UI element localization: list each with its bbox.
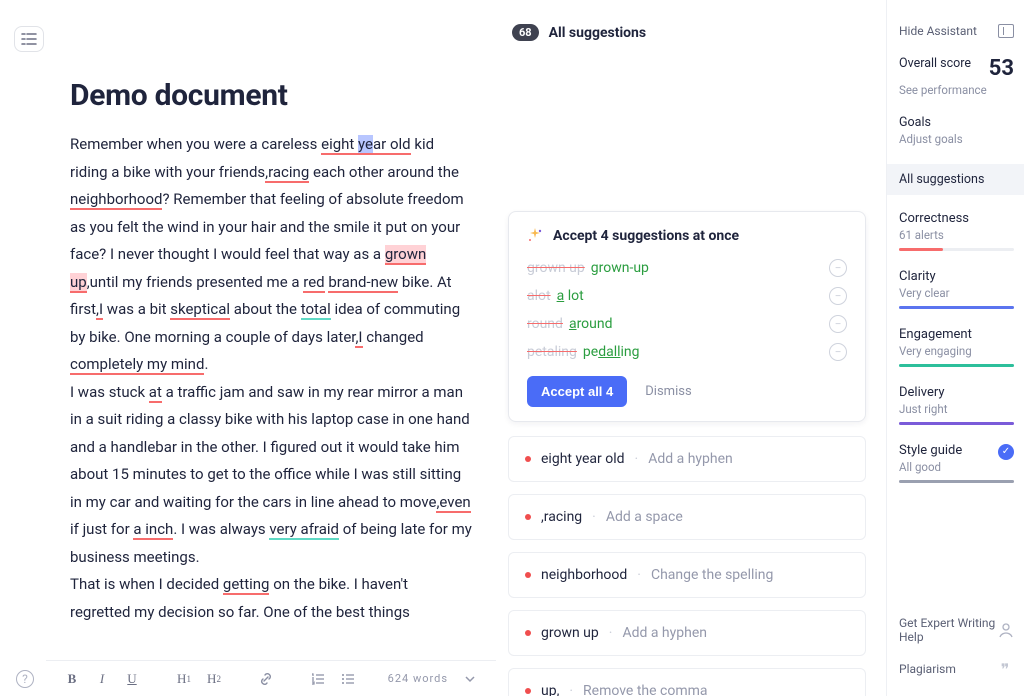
h2-button[interactable]: H2 — [206, 671, 222, 687]
cat-engagement[interactable]: Engagement Very engaging — [899, 327, 1014, 367]
issue-at[interactable]: at — [149, 383, 162, 403]
document-title[interactable]: Demo document — [70, 78, 472, 113]
h1-button[interactable]: H1 — [176, 671, 192, 687]
issue-even[interactable]: ,even — [436, 493, 470, 513]
issue-skeptical[interactable]: skeptical — [170, 300, 230, 320]
suggestion-term: neighborhood — [541, 567, 627, 583]
severity-dot — [525, 572, 531, 578]
issue-completely[interactable]: completely my mind — [70, 355, 204, 375]
suggestion-card[interactable]: eight year old·Add a hyphen — [508, 436, 866, 482]
issue-eight-year-old[interactable]: eight year oldeight year old — [321, 135, 411, 155]
help-icon[interactable]: ? — [16, 670, 34, 688]
check-icon: ✓ — [998, 444, 1014, 460]
all-suggestions-tab[interactable]: All suggestions — [887, 164, 1024, 195]
quote-icon: ❞ — [996, 660, 1014, 678]
document-body[interactable]: Remember when you were a careless eight … — [70, 131, 472, 626]
cat-clarity[interactable]: Clarity Very clear — [899, 269, 1014, 309]
person-icon — [998, 621, 1014, 639]
suggestion-card[interactable]: grown up·Add a hyphen — [508, 610, 866, 656]
bundle-suggestion-row[interactable]: grown up grown-up− — [527, 254, 847, 282]
outline-icon — [21, 33, 37, 45]
bullet-list-button[interactable] — [340, 671, 356, 687]
suggestion-count-badge: 68 — [512, 24, 539, 41]
strike-text: grown up — [527, 260, 585, 276]
suggestion-hint: Add a space — [606, 509, 683, 525]
bundle-card: Accept 4 suggestions at once grown up gr… — [508, 211, 866, 422]
strike-text: alot — [527, 288, 551, 304]
severity-dot — [525, 514, 531, 520]
dismiss-row-button[interactable]: − — [829, 315, 847, 333]
suggestion-card[interactable]: neighborhood·Change the spelling — [508, 552, 866, 598]
severity-dot — [525, 456, 531, 462]
issue-comma-i-2[interactable]: ,I — [355, 328, 362, 348]
numbered-list-button[interactable] — [310, 671, 326, 687]
suggestion-hint: Add a hyphen — [622, 625, 707, 641]
overall-score-value[interactable]: 53 — [989, 56, 1014, 81]
dismiss-row-button[interactable]: − — [829, 287, 847, 305]
collapse-icon[interactable] — [998, 24, 1014, 38]
issue-racing[interactable]: ,racing — [265, 163, 309, 183]
suggestions-header[interactable]: All suggestions — [549, 25, 646, 41]
adjust-goals-link[interactable]: Adjust goals — [899, 132, 1014, 146]
suggestion-term: ,racing — [541, 509, 582, 525]
issue-total[interactable]: total — [301, 300, 331, 320]
severity-dot — [525, 688, 531, 694]
chevron-down-icon[interactable] — [462, 671, 478, 687]
suggestion-card[interactable]: up,·Remove the comma — [508, 668, 866, 696]
bundle-suggestion-row[interactable]: petaling pedalling− — [527, 338, 847, 366]
expert-help-link[interactable]: Get Expert Writing Help — [899, 608, 1014, 652]
word-count[interactable]: 624 words — [388, 672, 448, 685]
underline-button[interactable]: U — [124, 671, 140, 687]
bundle-suggestion-row[interactable]: round around− — [527, 310, 847, 338]
suggestion-term: eight year old — [541, 451, 625, 467]
accept-all-button[interactable]: Accept all 4 — [527, 376, 627, 407]
hide-assistant-button[interactable]: Hide Assistant — [899, 24, 977, 38]
cat-delivery[interactable]: Delivery Just right — [899, 385, 1014, 425]
suggestion-hint: Add a hyphen — [648, 451, 733, 467]
overall-score-label: Overall score — [899, 56, 971, 71]
issue-brand-new[interactable]: brand-new — [328, 273, 398, 293]
issue-red[interactable]: red — [303, 273, 324, 293]
strike-text: petaling — [527, 344, 577, 360]
bold-button[interactable]: B — [64, 671, 80, 687]
goals-label: Goals — [899, 115, 1014, 130]
document-outline-button[interactable] — [14, 26, 44, 52]
italic-button[interactable]: I — [94, 671, 110, 687]
editor-toolbar: B I U H1 H2 624 words — [46, 660, 496, 696]
dismiss-bundle-button[interactable]: Dismiss — [645, 384, 691, 399]
issue-getting[interactable]: getting — [223, 575, 270, 595]
suggestion-term: grown up — [541, 625, 599, 641]
suggestion-card[interactable]: ,racing·Add a space — [508, 494, 866, 540]
suggestion-hint: Remove the comma — [583, 683, 707, 696]
strike-text: round — [527, 316, 563, 332]
see-performance-link[interactable]: See performance — [899, 83, 1014, 97]
issue-very-afraid[interactable]: very afraid — [269, 520, 339, 540]
suggestion-term: up, — [541, 683, 559, 696]
dismiss-row-button[interactable]: − — [829, 343, 847, 361]
suggestion-hint: Change the spelling — [651, 567, 773, 583]
issue-a-inch[interactable]: a inch — [133, 520, 173, 540]
severity-dot — [525, 630, 531, 636]
plagiarism-link[interactable]: Plagiarism ❞ — [899, 652, 1014, 686]
sparkle-icon — [527, 228, 543, 244]
bundle-title: Accept 4 suggestions at once — [553, 228, 739, 244]
bundle-suggestion-row[interactable]: alot a lot− — [527, 282, 847, 310]
issue-neighborhood[interactable]: neighborhood — [70, 190, 162, 210]
cat-correctness[interactable]: Correctness 61 alerts — [899, 211, 1014, 251]
dismiss-row-button[interactable]: − — [829, 259, 847, 277]
cat-style-guide[interactable]: Style guide ✓ All good — [899, 443, 1014, 483]
link-button[interactable] — [258, 671, 274, 687]
